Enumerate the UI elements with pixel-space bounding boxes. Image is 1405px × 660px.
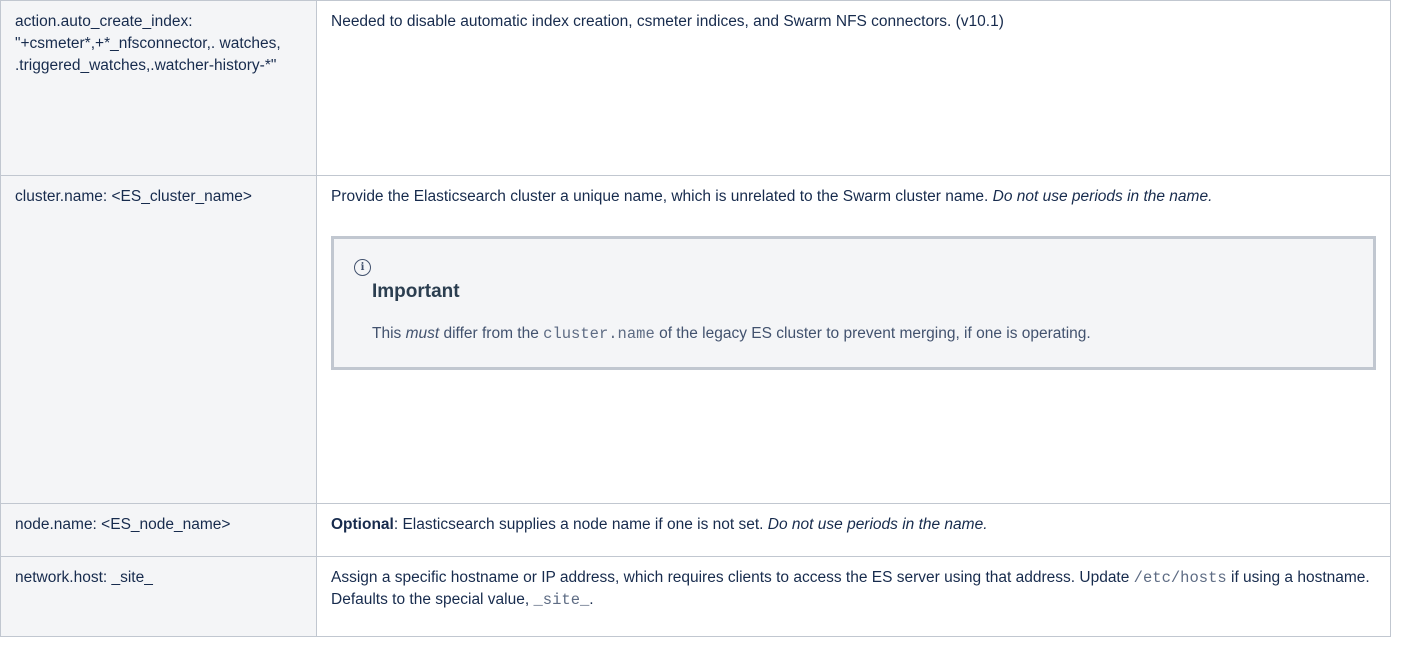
setting-description-post: .	[589, 591, 594, 608]
setting-key: node.name: <ES_node_name>	[15, 516, 231, 533]
note-body-mid: differ from the	[439, 325, 544, 342]
setting-description-bold: Optional	[331, 516, 394, 533]
table-row: node.name: <ES_node_name> Optional: Elas…	[0, 503, 1391, 557]
setting-description-italic: Do not use periods in the name.	[767, 516, 988, 533]
setting-description: Needed to disable automatic index creati…	[331, 13, 1004, 30]
setting-description-pre: Assign a specific hostname or IP address…	[331, 569, 1134, 586]
setting-key-cell: network.host: _site_	[0, 556, 317, 637]
setting-description-cell: Provide the Elasticsearch cluster a uniq…	[316, 175, 1391, 504]
setting-description-cell: Optional: Elasticsearch supplies a node …	[316, 503, 1391, 557]
settings-table: action.auto_create_index: "+csmeter*,+*_…	[0, 0, 1391, 637]
table-row: network.host: _site_ Assign a specific h…	[0, 556, 1391, 637]
setting-key-cell: node.name: <ES_node_name>	[0, 503, 317, 557]
setting-key-cell: cluster.name: <ES_cluster_name>	[0, 175, 317, 504]
note-title: Important	[372, 281, 460, 302]
setting-description-cell: Needed to disable automatic index creati…	[316, 0, 1391, 176]
note-body-emphasis: must	[405, 325, 440, 342]
setting-description: Provide the Elasticsearch cluster a uniq…	[331, 188, 993, 205]
info-icon: i	[354, 259, 371, 276]
note-body: This must differ from the cluster.name o…	[372, 319, 1353, 349]
site-value-code: _site_	[533, 591, 590, 609]
setting-key: action.auto_create_index: "+csmeter*,+*_…	[15, 13, 281, 74]
setting-key-cell: action.auto_create_index: "+csmeter*,+*_…	[0, 0, 317, 176]
hosts-file-path: /etc/hosts	[1133, 569, 1227, 587]
setting-key: cluster.name: <ES_cluster_name>	[15, 188, 252, 205]
setting-key: network.host: _site_	[15, 569, 153, 586]
important-note-panel: i Important This must differ from the cl…	[331, 236, 1376, 370]
note-body-pre: This	[372, 325, 406, 342]
note-body-post: of the legacy ES cluster to prevent merg…	[654, 325, 1091, 342]
setting-description-italic: Do not use periods in the name.	[992, 188, 1213, 205]
setting-description-cell: Assign a specific hostname or IP address…	[316, 556, 1391, 637]
note-body-code: cluster.name	[543, 325, 655, 343]
table-row: cluster.name: <ES_cluster_name> Provide …	[0, 175, 1391, 504]
setting-description: : Elasticsearch supplies a node name if …	[393, 516, 768, 533]
table-row: action.auto_create_index: "+csmeter*,+*_…	[0, 0, 1391, 176]
